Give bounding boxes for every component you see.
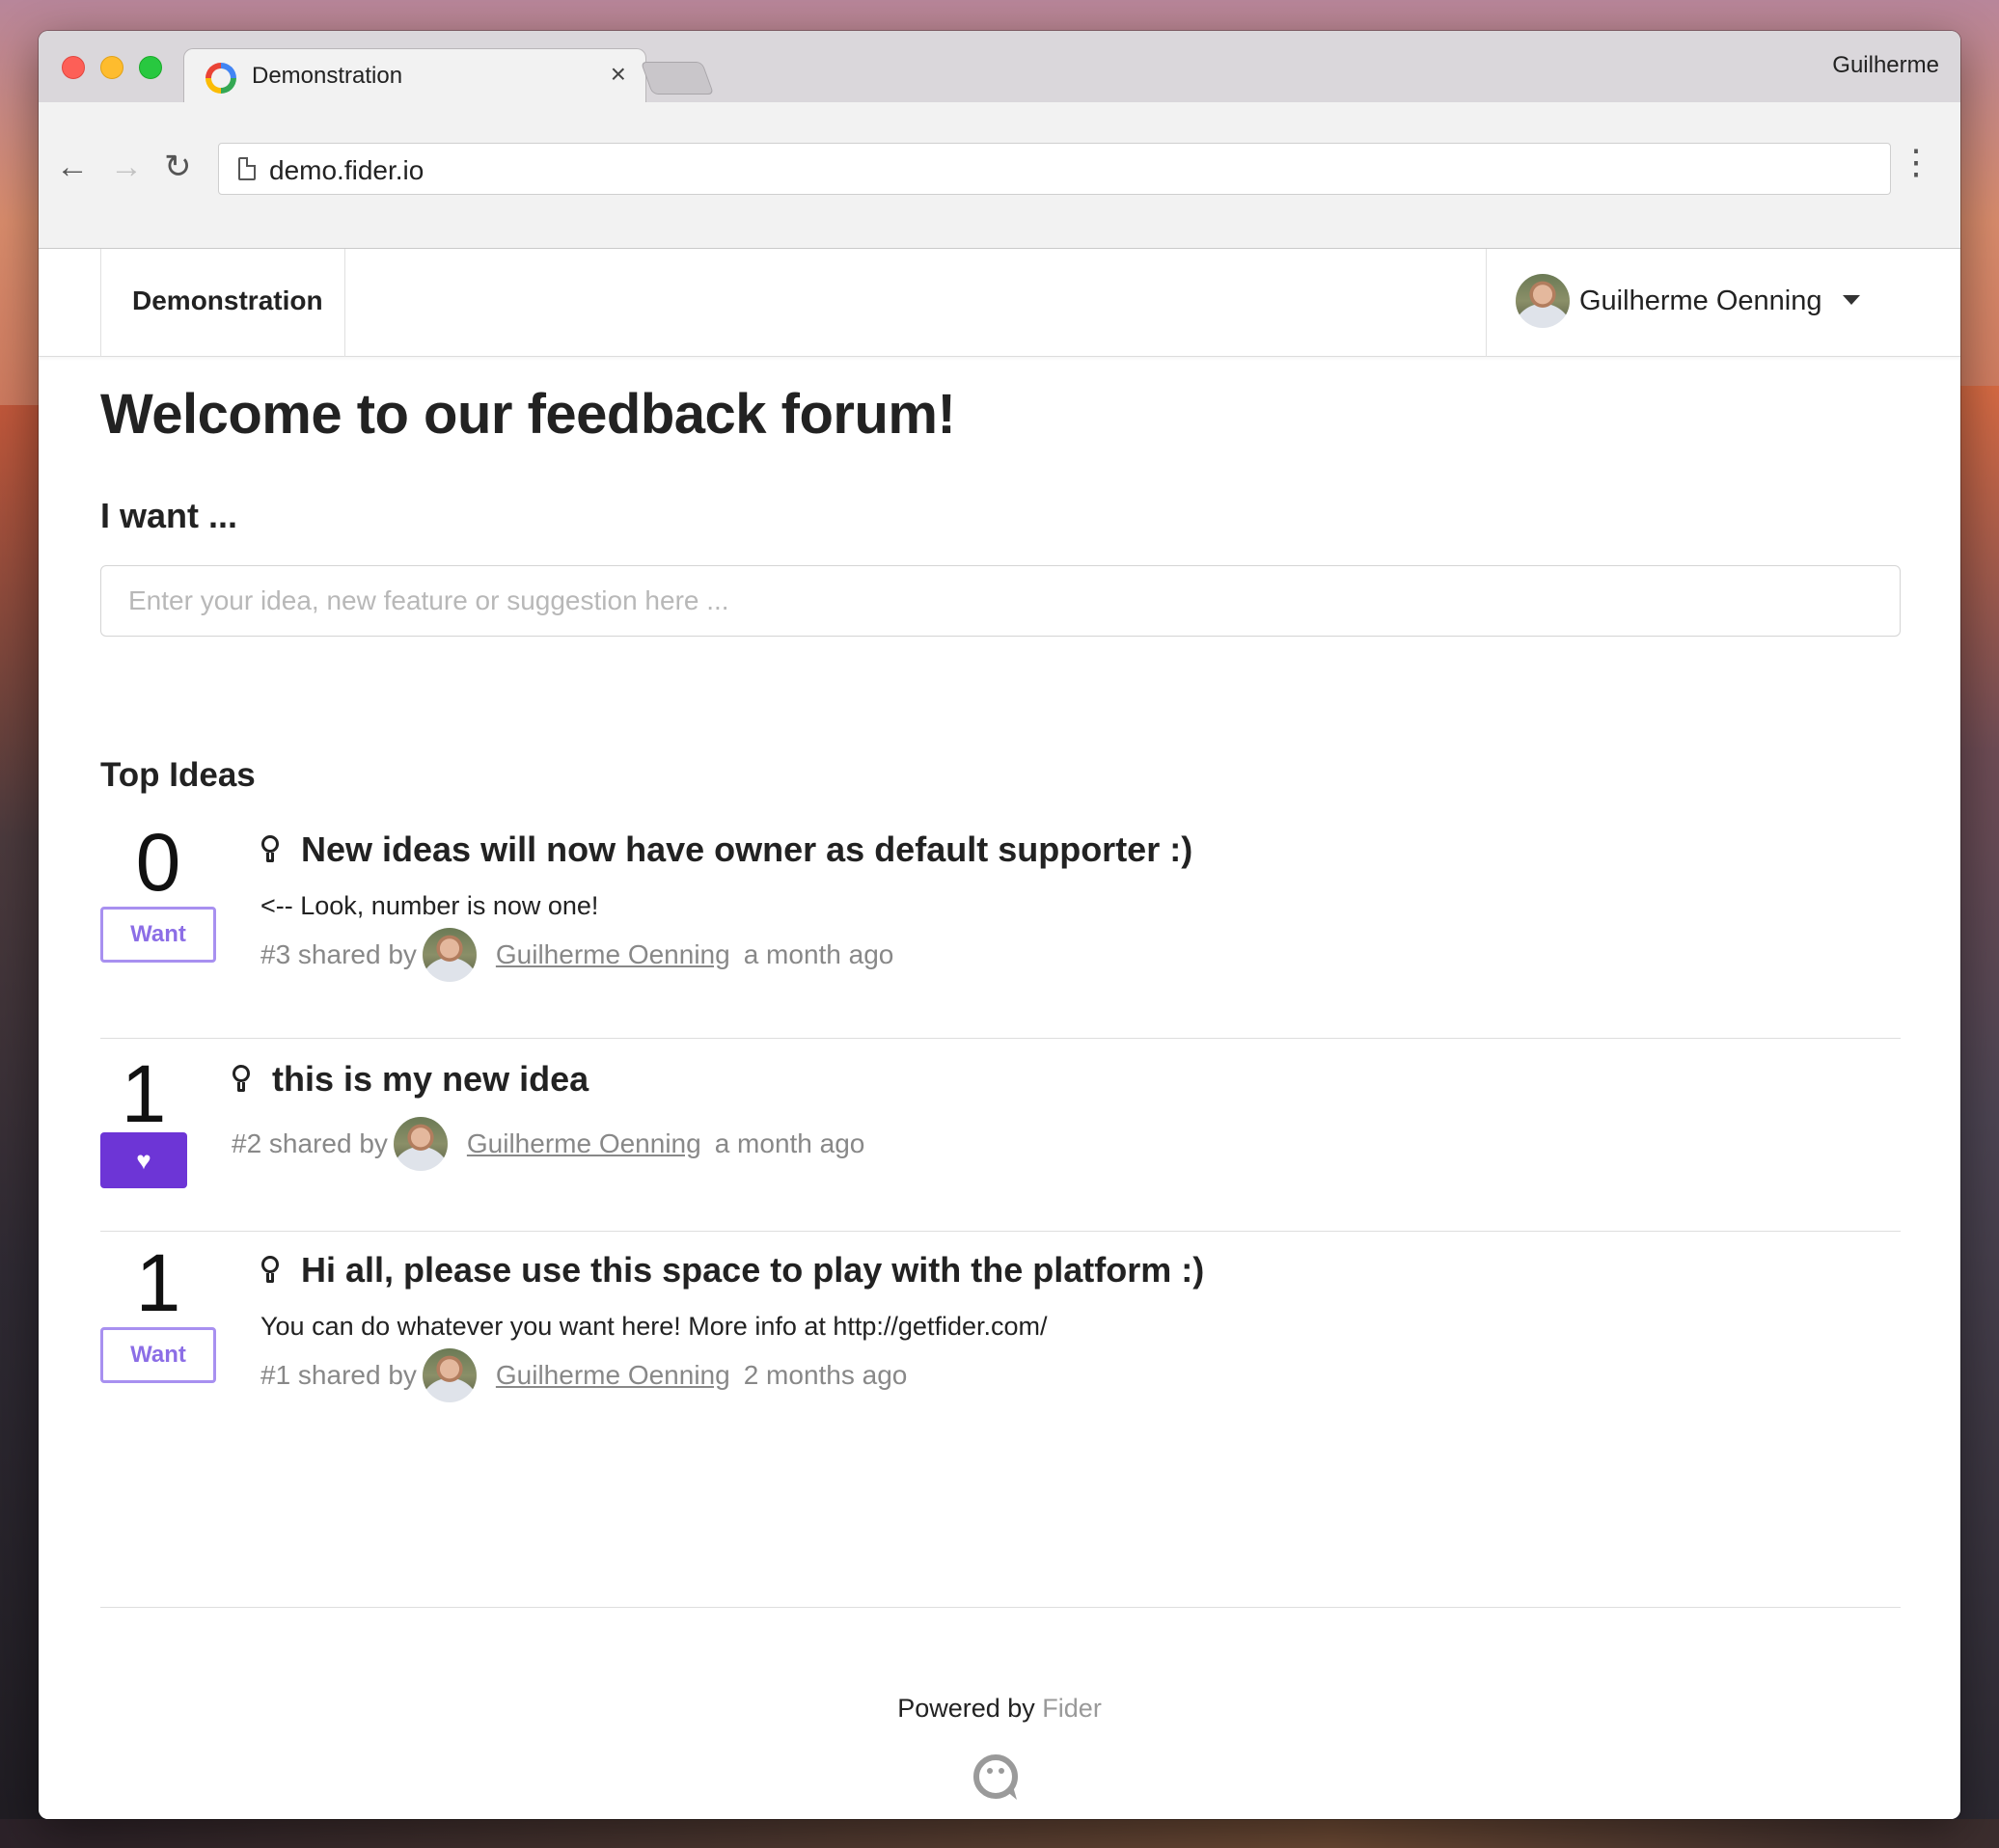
idea-time: a month ago <box>714 1128 865 1158</box>
author-link[interactable]: Guilherme Oenning <box>496 939 730 970</box>
idea-time: 2 months ago <box>743 1360 908 1390</box>
idea-meta: #2 shared by Guilherme Oenning a month a… <box>232 1117 864 1171</box>
idea-meta: #3 shared by Guilherme Oenning a month a… <box>260 928 893 982</box>
powered-by: Powered by Fider <box>39 1694 1960 1724</box>
reload-icon[interactable]: ↻ <box>164 150 192 183</box>
user-menu[interactable]: Guilherme Oenning <box>1486 249 1960 357</box>
divider <box>100 1231 1901 1232</box>
idea-time: a month ago <box>743 939 894 969</box>
want-button[interactable]: Want <box>100 907 216 963</box>
vote-box: 1 Want <box>100 1242 216 1383</box>
profile-name[interactable]: Guilherme <box>1832 52 1939 79</box>
close-tab-icon[interactable]: × <box>611 61 626 88</box>
tab-bar: Demonstration × Guilherme <box>39 31 1960 104</box>
user-name[interactable]: Guilherme Oenning <box>1579 285 1821 317</box>
fider-favicon-icon <box>205 63 236 94</box>
idea-description: <-- Look, number is now one! <box>260 891 599 920</box>
avatar <box>393 1117 448 1171</box>
author-link[interactable]: Guilherme Oenning <box>496 1360 730 1391</box>
avatar <box>1516 274 1570 328</box>
close-window-button[interactable] <box>62 56 85 79</box>
caret-down-icon[interactable] <box>1843 295 1860 305</box>
vote-count: 1 <box>121 1048 167 1139</box>
page-content: Demonstration Guilherme Oenning Welcome … <box>39 249 1960 1819</box>
vote-count: 0 <box>135 817 181 908</box>
idea-title[interactable]: New ideas will now have owner as default… <box>260 829 1192 870</box>
site-header: Demonstration Guilherme Oenning <box>39 249 1960 357</box>
idea-title[interactable]: this is my new idea <box>232 1059 589 1100</box>
heart-icon[interactable]: ♥ <box>100 1132 187 1188</box>
idea-title[interactable]: Hi all, please use this space to play wi… <box>260 1250 1204 1291</box>
idea-number: #2 shared by <box>232 1128 388 1158</box>
footer-divider <box>100 1607 1901 1608</box>
tab-title: Demonstration <box>252 63 403 89</box>
want-button[interactable]: Want <box>100 1327 216 1383</box>
maximize-window-button[interactable] <box>139 56 162 79</box>
idea-input[interactable] <box>100 565 1901 637</box>
page-icon <box>238 157 256 180</box>
lightbulb-icon <box>232 1065 253 1094</box>
vote-count: 1 <box>135 1237 181 1328</box>
avatar <box>422 928 477 982</box>
idea-prompt-label: I want ... <box>100 496 238 535</box>
powered-by-label: Powered by <box>897 1694 1035 1723</box>
browser-tab[interactable]: Demonstration × <box>183 48 646 104</box>
vote-box: 0 Want <box>100 822 216 963</box>
vote-box: 1 ♥ <box>100 1053 187 1188</box>
fider-logo-icon[interactable] <box>971 1752 1025 1806</box>
divider <box>100 1038 1901 1039</box>
new-tab-button[interactable] <box>640 62 715 95</box>
idea-number: #1 shared by <box>260 1360 417 1390</box>
idea-description: You can do whatever you want here! More … <box>260 1312 1048 1341</box>
browser-toolbar: ← → ↻ demo.fider.io ⋮ <box>39 102 1960 249</box>
back-arrow-icon[interactable]: ← <box>56 150 89 183</box>
list-item: 1 ♥ this is my new idea #2 shared by Gui… <box>100 1053 1901 1198</box>
list-item: 1 Want Hi all, please use this space to … <box>100 1242 1901 1416</box>
list-item: 0 Want New ideas will now have owner as … <box>100 822 1901 995</box>
lightbulb-icon <box>260 1256 282 1285</box>
browser-window: Demonstration × Guilherme ← → ↻ demo.fid… <box>39 31 1960 1819</box>
author-link[interactable]: Guilherme Oenning <box>467 1128 701 1159</box>
forward-arrow-icon[interactable]: → <box>110 150 143 183</box>
url-text[interactable]: demo.fider.io <box>269 155 424 186</box>
browser-menu-icon[interactable]: ⋮ <box>1899 145 1933 179</box>
section-title: Top Ideas <box>100 756 256 794</box>
site-brand[interactable]: Demonstration <box>132 285 323 316</box>
brand-box[interactable]: Demonstration <box>100 249 345 357</box>
lightbulb-icon <box>260 835 282 864</box>
avatar <box>422 1348 477 1402</box>
minimize-window-button[interactable] <box>100 56 123 79</box>
fider-link[interactable]: Fider <box>1042 1694 1102 1723</box>
desktop-wallpaper-bottom <box>0 1819 1999 1848</box>
idea-number: #3 shared by <box>260 939 417 969</box>
address-bar[interactable]: demo.fider.io <box>218 143 1891 195</box>
idea-meta: #1 shared by Guilherme Oenning 2 months … <box>260 1348 907 1402</box>
page-title: Welcome to our feedback forum! <box>100 383 956 446</box>
